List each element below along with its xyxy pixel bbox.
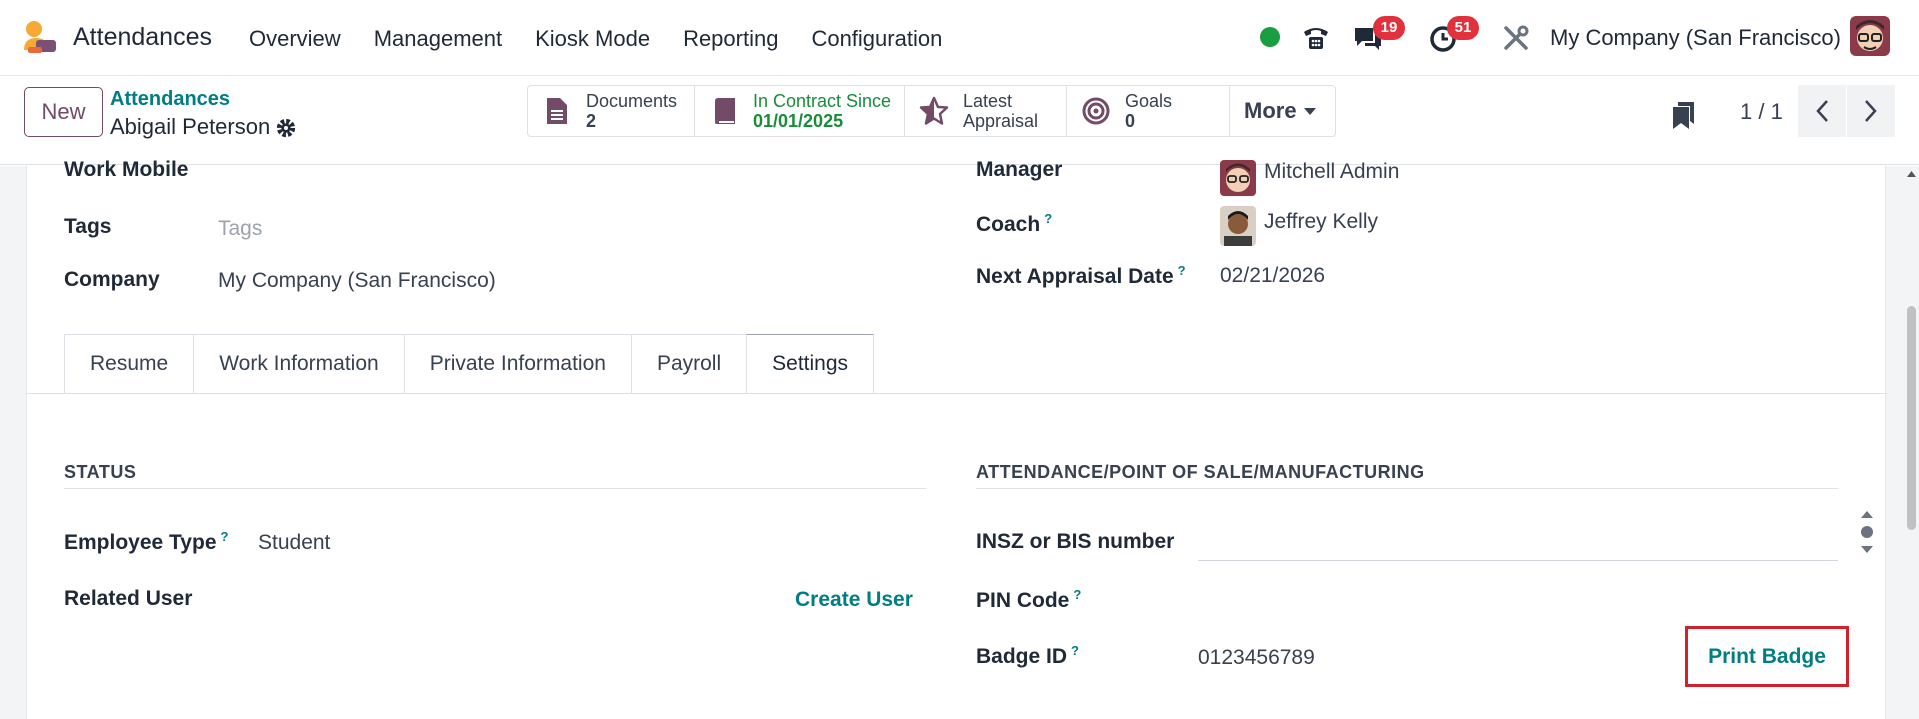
phone-icon[interactable]: [1300, 22, 1332, 54]
related-user-label: Related User: [64, 587, 193, 610]
tab-payroll[interactable]: Payroll: [630, 334, 747, 394]
chevron-right-icon: [1865, 100, 1877, 122]
next-appraisal-label-text: Next Appraisal Date: [976, 265, 1174, 288]
tab-settings[interactable]: Settings: [746, 334, 875, 394]
pin-code-label-text: PIN Code: [976, 589, 1070, 612]
manager-avatar: [1220, 160, 1256, 196]
scroll-up-arrow-icon[interactable]: [1907, 170, 1916, 178]
more-label: More: [1244, 98, 1297, 123]
notebook-tabs: Resume Work Information Private Informat…: [64, 334, 875, 394]
caret-down-icon: [1303, 108, 1316, 115]
coach-label-text: Coach: [976, 213, 1041, 236]
employee-type-label: Employee Type?: [64, 529, 228, 555]
document-icon: [547, 98, 567, 124]
pager-counter[interactable]: 1 / 1: [1740, 99, 1783, 125]
pager-previous-button[interactable]: [1798, 85, 1846, 137]
menu-management[interactable]: Management: [374, 26, 502, 52]
messages-badge: 19: [1373, 16, 1405, 40]
coach-help-icon[interactable]: ?: [1044, 211, 1052, 226]
manager-label: Manager: [976, 158, 1063, 181]
menu-kiosk-mode[interactable]: Kiosk Mode: [535, 26, 650, 52]
documents-count: 2: [586, 111, 597, 131]
create-user-button[interactable]: Create User: [795, 588, 913, 612]
company-field[interactable]: My Company (San Francisco): [218, 269, 496, 293]
badge-id-label: Badge ID?: [976, 643, 1079, 669]
manager-field[interactable]: Mitchell Admin: [1264, 160, 1399, 184]
contract-label: In Contract Since: [753, 91, 892, 111]
pin-code-label: PIN Code?: [976, 587, 1081, 613]
company-label: Company: [64, 268, 160, 291]
print-badge-button[interactable]: Print Badge: [1708, 645, 1826, 669]
employee-type-label-text: Employee Type: [64, 531, 217, 554]
coach-field[interactable]: Jeffrey Kelly: [1264, 210, 1378, 234]
employee-type-field[interactable]: Student: [258, 531, 330, 555]
insz-input[interactable]: [1198, 560, 1838, 561]
smart-buttons: Documents 2 In Contract Since 01/01/2025…: [527, 85, 1336, 137]
star-icon: [919, 96, 949, 125]
breadcrumb-current-record: Abigail Peterson: [110, 114, 271, 139]
appraisal-label-line1: Latest: [963, 91, 1013, 111]
badge-id-field[interactable]: 0123456789: [1198, 646, 1315, 670]
main-menu: Overview Management Kiosk Mode Reporting…: [249, 26, 975, 52]
top-navbar: Attendances Overview Management Kiosk Mo…: [0, 0, 1919, 76]
appraisal-smart-button[interactable]: Latest Appraisal: [905, 85, 1067, 137]
vertical-scrollbar[interactable]: [1904, 166, 1919, 719]
contract-date: 01/01/2025: [753, 111, 844, 131]
form-sheet: Work Mobile Tags Tags Company My Company…: [26, 158, 1887, 719]
company-switcher[interactable]: My Company (San Francisco): [1550, 25, 1841, 51]
badge-id-help-icon[interactable]: ?: [1071, 643, 1079, 658]
print-badge-highlight: Print Badge: [1685, 626, 1849, 687]
tags-input[interactable]: Tags: [218, 217, 262, 241]
appraisal-label-line2: Appraisal: [963, 111, 1039, 131]
status-section-divider: [64, 488, 926, 489]
scrollbar-thumb[interactable]: [1907, 306, 1916, 530]
new-button[interactable]: New: [24, 87, 103, 137]
breadcrumb-attendances[interactable]: Attendances: [110, 88, 230, 111]
contract-smart-button[interactable]: In Contract Since 01/01/2025: [695, 85, 905, 137]
goals-count: 0: [1125, 111, 1136, 131]
attendance-section-title: ATTENDANCE/POINT OF SALE/MANUFACTURING: [976, 462, 1425, 482]
insz-label: INSZ or BIS number: [976, 530, 1175, 553]
badge-id-label-text: Badge ID: [976, 645, 1068, 668]
drag-handle-icon[interactable]: [1856, 506, 1878, 558]
pager-next-button[interactable]: [1847, 85, 1895, 137]
chevron-left-icon: [1816, 100, 1828, 122]
next-appraisal-label: Next Appraisal Date?: [976, 263, 1186, 289]
control-panel: New Attendances Abigail Peterson Documen…: [0, 77, 1919, 165]
tags-label: Tags: [64, 215, 112, 238]
tab-work-information[interactable]: Work Information: [193, 334, 404, 394]
bookmark-stack-icon[interactable]: [1670, 100, 1696, 130]
presence-status-dot[interactable]: [1260, 27, 1280, 47]
next-appraisal-help-icon[interactable]: ?: [1178, 263, 1186, 278]
work-mobile-label: Work Mobile: [64, 158, 189, 181]
goals-smart-button[interactable]: Goals 0: [1067, 85, 1230, 137]
menu-configuration[interactable]: Configuration: [811, 26, 942, 52]
coach-avatar: [1220, 206, 1256, 246]
employee-type-help-icon[interactable]: ?: [221, 529, 229, 544]
tab-private-information[interactable]: Private Information: [403, 334, 631, 394]
app-name[interactable]: Attendances: [73, 23, 212, 52]
bullseye-icon: [1082, 97, 1110, 125]
attendances-app-icon[interactable]: [22, 20, 58, 54]
activities-badge: 51: [1447, 16, 1479, 40]
coach-label: Coach?: [976, 211, 1052, 237]
book-icon: [715, 98, 735, 124]
goals-label: Goals: [1125, 91, 1173, 111]
tab-resume[interactable]: Resume: [64, 334, 194, 394]
user-avatar[interactable]: [1850, 16, 1890, 56]
more-dropdown[interactable]: More: [1230, 85, 1336, 137]
documents-smart-button[interactable]: Documents 2: [527, 85, 695, 137]
menu-overview[interactable]: Overview: [249, 26, 341, 52]
menu-reporting[interactable]: Reporting: [683, 26, 778, 52]
next-appraisal-date-field[interactable]: 02/21/2026: [1220, 264, 1325, 288]
gear-icon[interactable]: [275, 117, 297, 139]
tabs-divider: [27, 393, 1887, 394]
status-section-title: STATUS: [64, 462, 137, 482]
form-view: Work Mobile Tags Tags Company My Company…: [0, 158, 1919, 719]
debug-tools-icon[interactable]: [1500, 22, 1532, 54]
attendance-section-divider: [976, 488, 1838, 489]
pin-code-help-icon[interactable]: ?: [1073, 587, 1081, 602]
documents-label: Documents: [586, 91, 678, 111]
